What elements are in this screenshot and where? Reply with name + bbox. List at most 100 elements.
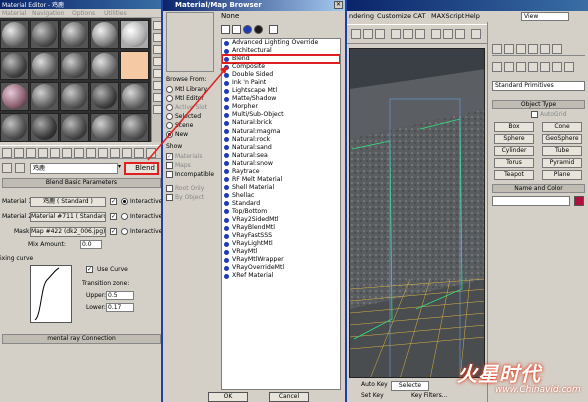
toolbar-button[interactable]: [471, 29, 481, 39]
go-to-parent-button[interactable]: [122, 148, 132, 158]
mix-amount-spinner[interactable]: 0.0: [80, 240, 102, 249]
view-large-icons-icon[interactable]: [254, 25, 263, 34]
toolbar-button[interactable]: [391, 29, 401, 39]
lower-spinner[interactable]: 0.17: [106, 303, 134, 312]
toolbar-button[interactable]: [455, 29, 465, 39]
browse-from-mtl-editor[interactable]: Mtl Editor: [166, 94, 204, 103]
toolbar-button[interactable]: [431, 29, 441, 39]
auto-key-button[interactable]: Auto Key: [361, 381, 389, 391]
sample-slot[interactable]: [90, 51, 119, 80]
material-type-item[interactable]: VRayFastSSS: [222, 232, 340, 240]
menu-help[interactable]: Help: [465, 12, 480, 20]
show-end-result-button[interactable]: [110, 148, 120, 158]
view-dropdown[interactable]: View: [521, 12, 569, 21]
get-material-button[interactable]: [2, 148, 12, 158]
box-button[interactable]: Box: [494, 122, 534, 132]
material2-checkbox[interactable]: ✓: [110, 213, 117, 220]
view-list-icons-icon[interactable]: [232, 25, 241, 34]
toolbar-button[interactable]: [351, 29, 361, 39]
menu-utilities[interactable]: Utilities: [104, 10, 127, 17]
mental-ray-rollout[interactable]: mental ray Connection: [2, 334, 161, 344]
geometry-icon[interactable]: [492, 62, 502, 72]
put-to-library-button[interactable]: [74, 148, 84, 158]
material-name-input[interactable]: 鸡鹿: [30, 163, 118, 174]
menu-options[interactable]: Options: [72, 10, 95, 17]
material-id-button[interactable]: [86, 148, 96, 158]
show-incompatible-checkbox[interactable]: Incompatible: [166, 170, 214, 179]
upper-spinner[interactable]: 0.5: [106, 291, 134, 300]
show-map-button[interactable]: [98, 148, 108, 158]
material-type-item[interactable]: Natural:sea: [222, 152, 340, 160]
material-type-item[interactable]: VRayLightMtl: [222, 240, 340, 248]
make-unique-button[interactable]: [62, 148, 72, 158]
torus-button[interactable]: Torus: [494, 158, 534, 168]
sample-slot[interactable]: [0, 113, 29, 142]
sample-slot[interactable]: [0, 82, 29, 111]
sample-slot[interactable]: [90, 20, 119, 49]
view-small-icons-icon[interactable]: [243, 25, 252, 34]
mask-checkbox[interactable]: ✓: [110, 228, 117, 235]
systems-icon[interactable]: [564, 62, 574, 72]
ok-button[interactable]: OK: [208, 392, 248, 402]
chevron-down-icon[interactable]: ▾: [118, 163, 123, 174]
name-color-rollout[interactable]: Name and Color: [492, 184, 585, 193]
material-type-item[interactable]: Composite: [222, 63, 340, 71]
material-type-item[interactable]: Advanced Lighting Override: [222, 39, 340, 47]
material-type-item[interactable]: VRayOverrideMtl: [222, 264, 340, 272]
delete-icon[interactable]: [269, 25, 278, 34]
cameras-icon[interactable]: [528, 62, 538, 72]
object-name-input[interactable]: [492, 196, 570, 206]
object-color-swatch[interactable]: [574, 196, 584, 206]
material-type-item[interactable]: Top/Bottom: [222, 208, 340, 216]
pyramid-button[interactable]: Pyramid: [542, 158, 582, 168]
menu-maxscript[interactable]: MAXScript: [431, 12, 464, 20]
menu-material[interactable]: Material: [2, 10, 26, 17]
rollout-title[interactable]: Blend Basic Parameters: [2, 178, 161, 188]
browse-from-new[interactable]: New: [166, 130, 188, 139]
material-type-item[interactable]: Natural:brick: [222, 119, 340, 127]
show-materials-checkbox[interactable]: ✓ Materials: [166, 152, 203, 161]
reset-button[interactable]: [38, 148, 48, 158]
helpers-icon[interactable]: [540, 62, 550, 72]
menu-cat[interactable]: CAT: [413, 12, 425, 20]
sample-slot[interactable]: [30, 20, 59, 49]
assign-to-selection-button[interactable]: [26, 148, 36, 158]
plane-button[interactable]: Plane: [542, 170, 582, 180]
modify-tab-icon[interactable]: [504, 44, 514, 54]
material-type-item[interactable]: Natural:snow: [222, 160, 340, 168]
mask-map-button[interactable]: Map #422 (dk2_006.jpg): [30, 227, 106, 237]
go-forward-sibling-button[interactable]: [134, 148, 144, 158]
material-type-item[interactable]: Multi/Sub-Object: [222, 111, 340, 119]
show-maps-checkbox[interactable]: Maps: [166, 161, 191, 170]
set-key-button[interactable]: Set Key: [361, 392, 389, 402]
material1-checkbox[interactable]: ✓: [110, 198, 117, 205]
sample-slot[interactable]: [90, 113, 119, 142]
tube-button[interactable]: Tube: [542, 146, 582, 156]
lights-icon[interactable]: [516, 62, 526, 72]
teapot-button[interactable]: Teapot: [494, 170, 534, 180]
sample-slot[interactable]: [120, 20, 149, 49]
browse-from-mtl-library[interactable]: Mtl Library: [166, 85, 207, 94]
material1-interactive-radio[interactable]: [121, 198, 128, 205]
material2-button[interactable]: Material #711 ( Standard ): [30, 212, 106, 222]
create-tab-icon[interactable]: [492, 44, 502, 54]
sample-slot[interactable]: [60, 113, 89, 142]
cancel-button[interactable]: Cancel: [269, 392, 309, 402]
selected-dropdown[interactable]: Selecte: [391, 381, 429, 391]
material1-button[interactable]: 鸡鹿 ( Standard ): [30, 197, 106, 207]
material-type-item[interactable]: Lightscape Mtl: [222, 87, 340, 95]
sample-slot[interactable]: [0, 20, 29, 49]
cone-button[interactable]: Cone: [542, 122, 582, 132]
browse-from-active-slot[interactable]: Active Slot: [166, 103, 207, 112]
utilities-tab-icon[interactable]: [552, 44, 562, 54]
display-tab-icon[interactable]: [540, 44, 550, 54]
material2-interactive-radio[interactable]: [121, 213, 128, 220]
material-type-item[interactable]: Double Sided: [222, 71, 340, 79]
toolbar-button[interactable]: [403, 29, 413, 39]
material-type-item[interactable]: Morpher: [222, 103, 340, 111]
motion-tab-icon[interactable]: [528, 44, 538, 54]
primitives-dropdown[interactable]: Standard Primitives: [492, 81, 585, 91]
close-icon[interactable]: ✕: [334, 1, 343, 9]
pick-icon[interactable]: [15, 163, 25, 173]
toolbar-button[interactable]: [363, 29, 373, 39]
